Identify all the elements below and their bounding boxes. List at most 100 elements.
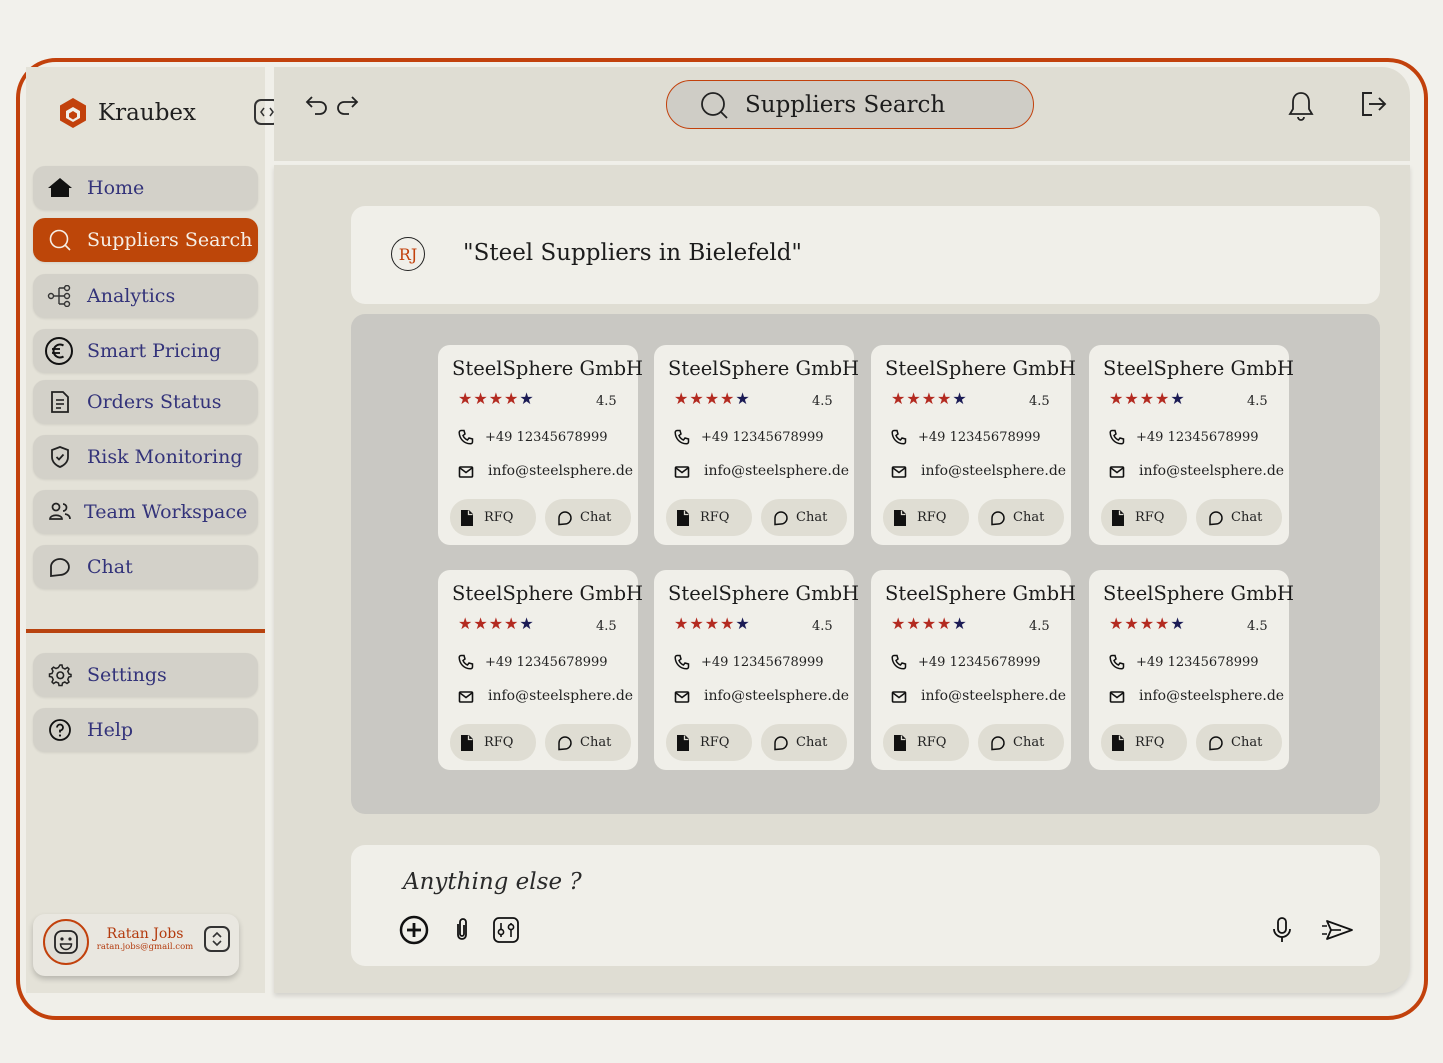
- composer[interactable]: Anything else ?: [351, 845, 1380, 966]
- supplier-email[interactable]: info@steelsphere.de: [921, 463, 1066, 479]
- logout-icon[interactable]: [1358, 89, 1388, 119]
- supplier-card[interactable]: SteelSphere GmbH ★★★★★ 4.5 +49 123456789…: [654, 570, 859, 770]
- star-filled-icon: ★: [921, 614, 938, 633]
- supplier-phone[interactable]: +49 12345678999: [485, 655, 608, 670]
- sidebar-item-home[interactable]: Home: [33, 166, 258, 210]
- star-filled-icon: ★: [1124, 614, 1140, 633]
- supplier-email[interactable]: info@steelsphere.de: [488, 688, 633, 704]
- equalizer-icon[interactable]: [491, 915, 521, 945]
- supplier-email[interactable]: info@steelsphere.de: [488, 463, 633, 479]
- add-circle-icon[interactable]: [399, 915, 429, 945]
- chat-button[interactable]: Chat: [978, 499, 1064, 536]
- rfq-button[interactable]: RFQ: [1101, 724, 1187, 761]
- star-filled-icon: ★: [1139, 614, 1156, 633]
- supplier-email[interactable]: info@steelsphere.de: [1139, 463, 1284, 479]
- rfq-button[interactable]: RFQ: [1101, 499, 1187, 536]
- star-filled-icon: ★: [488, 614, 505, 633]
- star-filled-icon: ★: [488, 389, 505, 408]
- supplier-card[interactable]: SteelSphere GmbH ★★★★★ 4.5 +49 123456789…: [871, 345, 1076, 545]
- star-dark-icon: ★: [952, 389, 968, 408]
- user-email: ratan.jobs@gmail.com: [96, 942, 194, 952]
- rfq-button[interactable]: RFQ: [883, 724, 969, 761]
- supplier-email[interactable]: info@steelsphere.de: [1139, 688, 1284, 704]
- rating-value: 4.5: [1029, 394, 1050, 409]
- supplier-phone[interactable]: +49 12345678999: [485, 430, 608, 445]
- microphone-icon[interactable]: [1267, 915, 1297, 945]
- rfq-button[interactable]: RFQ: [666, 499, 752, 536]
- send-icon[interactable]: [1321, 915, 1355, 945]
- chat-icon: [1209, 735, 1223, 750]
- supplier-email[interactable]: info@steelsphere.de: [704, 688, 849, 704]
- analytics-icon: [47, 283, 73, 309]
- users-icon: [47, 499, 73, 525]
- chat-button[interactable]: Chat: [1196, 499, 1282, 536]
- rfq-button[interactable]: RFQ: [450, 499, 536, 536]
- chat-button[interactable]: Chat: [761, 499, 847, 536]
- sidebar-item-help[interactable]: Help: [33, 708, 258, 752]
- composer-placeholder[interactable]: Anything else ?: [403, 869, 582, 895]
- supplier-card[interactable]: SteelSphere GmbH ★★★★★ 4.5 +49 123456789…: [438, 345, 643, 545]
- home-icon: [47, 175, 73, 201]
- supplier-phone[interactable]: +49 12345678999: [918, 430, 1041, 445]
- file-icon: [461, 734, 473, 751]
- star-filled-icon: ★: [906, 389, 922, 408]
- sidebar-item-label: Settings: [87, 664, 167, 686]
- supplier-card[interactable]: SteelSphere GmbH ★★★★★ 4.5 +49 123456789…: [871, 570, 1076, 770]
- supplier-phone[interactable]: +49 12345678999: [701, 655, 824, 670]
- sidebar-item-suppliers-search[interactable]: Suppliers Search: [33, 218, 258, 262]
- chat-button-label: Chat: [580, 510, 612, 525]
- supplier-card[interactable]: SteelSphere GmbH ★★★★★ 4.5 +49 123456789…: [438, 570, 643, 770]
- sidebar-item-analytics[interactable]: Analytics: [33, 274, 258, 318]
- file-icon: [677, 509, 689, 526]
- bell-icon[interactable]: [1286, 90, 1316, 122]
- suppliers-search-bar[interactable]: Suppliers Search: [666, 80, 1034, 129]
- sidebar-item-risk-monitoring[interactable]: Risk Monitoring: [33, 435, 258, 479]
- sidebar-item-label: Chat: [87, 556, 133, 578]
- chat-button[interactable]: Chat: [545, 499, 631, 536]
- rfq-button[interactable]: RFQ: [450, 724, 536, 761]
- star-filled-icon: ★: [921, 389, 938, 408]
- redo-icon[interactable]: [334, 93, 360, 117]
- supplier-name: SteelSphere GmbH: [452, 357, 644, 380]
- brand-name: Kraubex: [98, 100, 197, 126]
- supplier-phone[interactable]: +49 12345678999: [1136, 655, 1259, 670]
- rating-stars: ★★★★★: [891, 614, 968, 633]
- supplier-email[interactable]: info@steelsphere.de: [704, 463, 849, 479]
- mail-icon: [1109, 466, 1125, 478]
- sidebar-item-orders-status[interactable]: Orders Status: [33, 380, 258, 424]
- undo-icon[interactable]: [304, 93, 330, 117]
- rfq-button-label: RFQ: [700, 510, 730, 525]
- rfq-button[interactable]: RFQ: [883, 499, 969, 536]
- paperclip-icon[interactable]: [447, 915, 477, 945]
- chat-button[interactable]: Chat: [761, 724, 847, 761]
- star-dark-icon: ★: [519, 389, 535, 408]
- supplier-phone[interactable]: +49 12345678999: [918, 655, 1041, 670]
- account-switch-button[interactable]: [204, 926, 230, 952]
- star-filled-icon: ★: [458, 389, 474, 408]
- rating-value: 4.5: [1247, 619, 1268, 634]
- phone-icon: [891, 429, 907, 445]
- sidebar-item-chat[interactable]: Chat: [33, 545, 258, 589]
- supplier-phone[interactable]: +49 12345678999: [1136, 430, 1259, 445]
- avatar: [43, 919, 89, 965]
- chat-button[interactable]: Chat: [1196, 724, 1282, 761]
- supplier-card[interactable]: SteelSphere GmbH ★★★★★ 4.5 +49 123456789…: [1089, 345, 1294, 545]
- supplier-email[interactable]: info@steelsphere.de: [921, 688, 1066, 704]
- supplier-phone[interactable]: +49 12345678999: [701, 430, 824, 445]
- mail-icon: [891, 466, 907, 478]
- rfq-button[interactable]: RFQ: [666, 724, 752, 761]
- sidebar-item-team-workspace[interactable]: Team Workspace: [33, 490, 258, 534]
- chat-button[interactable]: Chat: [978, 724, 1064, 761]
- chat-icon: [774, 735, 788, 750]
- sidebar-item-smart-pricing[interactable]: Smart Pricing: [33, 329, 258, 373]
- supplier-card[interactable]: SteelSphere GmbH ★★★★★ 4.5 +49 123456789…: [1089, 570, 1294, 770]
- shield-icon: [47, 444, 73, 470]
- sidebar-item-label: Suppliers Search: [87, 229, 253, 251]
- chat-button[interactable]: Chat: [545, 724, 631, 761]
- sidebar: Kraubex Home Suppliers Search Analytics …: [26, 67, 280, 993]
- query-message: RJ "Steel Suppliers in Bielefeld": [351, 206, 1380, 304]
- star-dark-icon: ★: [1170, 614, 1186, 633]
- sidebar-item-settings[interactable]: Settings: [33, 653, 258, 697]
- user-card[interactable]: Ratan Jobs ratan.jobs@gmail.com: [33, 914, 239, 976]
- supplier-card[interactable]: SteelSphere GmbH ★★★★★ 4.5 +49 123456789…: [654, 345, 859, 545]
